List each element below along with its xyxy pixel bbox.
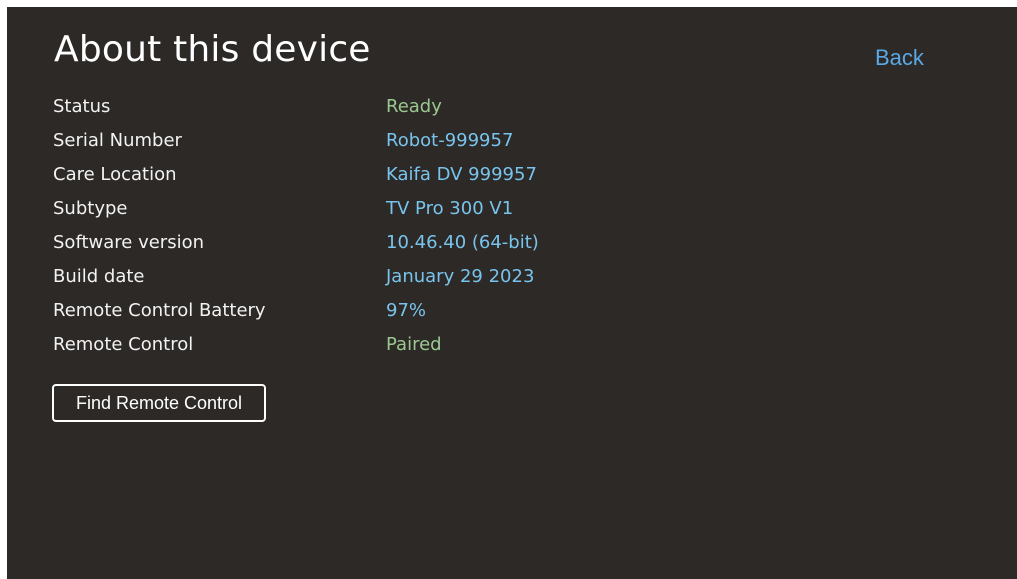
remote-battery-label: Remote Control Battery: [53, 300, 266, 321]
remote-control-label: Remote Control: [53, 334, 194, 355]
info-row-subtype: Subtype TV Pro 300 V1: [53, 197, 613, 231]
find-remote-control-button[interactable]: Find Remote Control: [52, 384, 266, 422]
device-info-list: Status Ready Serial Number Robot-999957 …: [53, 95, 613, 367]
info-row-software-version: Software version 10.46.40 (64-bit): [53, 231, 613, 265]
build-date-value: January 29 2023: [386, 266, 535, 287]
serial-number-label: Serial Number: [53, 130, 182, 151]
info-row-remote-battery: Remote Control Battery 97%: [53, 299, 613, 333]
page-title: About this device: [54, 29, 371, 70]
software-version-value: 10.46.40 (64-bit): [386, 232, 539, 253]
info-row-status: Status Ready: [53, 95, 613, 129]
info-row-care-location: Care Location Kaifa DV 999957: [53, 163, 613, 197]
status-value: Ready: [386, 96, 442, 117]
care-location-value: Kaifa DV 999957: [386, 164, 537, 185]
status-label: Status: [53, 96, 111, 117]
subtype-label: Subtype: [53, 198, 128, 219]
info-row-build-date: Build date January 29 2023: [53, 265, 613, 299]
device-info-screen: About this device Back Status Ready Seri…: [7, 7, 1017, 579]
software-version-label: Software version: [53, 232, 204, 253]
info-row-remote-control: Remote Control Paired: [53, 333, 613, 367]
subtype-value: TV Pro 300 V1: [386, 198, 514, 219]
care-location-label: Care Location: [53, 164, 177, 185]
info-row-serial-number: Serial Number Robot-999957: [53, 129, 613, 163]
serial-number-value: Robot-999957: [386, 130, 514, 151]
remote-control-value: Paired: [386, 334, 442, 355]
remote-battery-value: 97%: [386, 300, 427, 321]
back-button[interactable]: Back: [875, 45, 924, 71]
build-date-label: Build date: [53, 266, 145, 287]
